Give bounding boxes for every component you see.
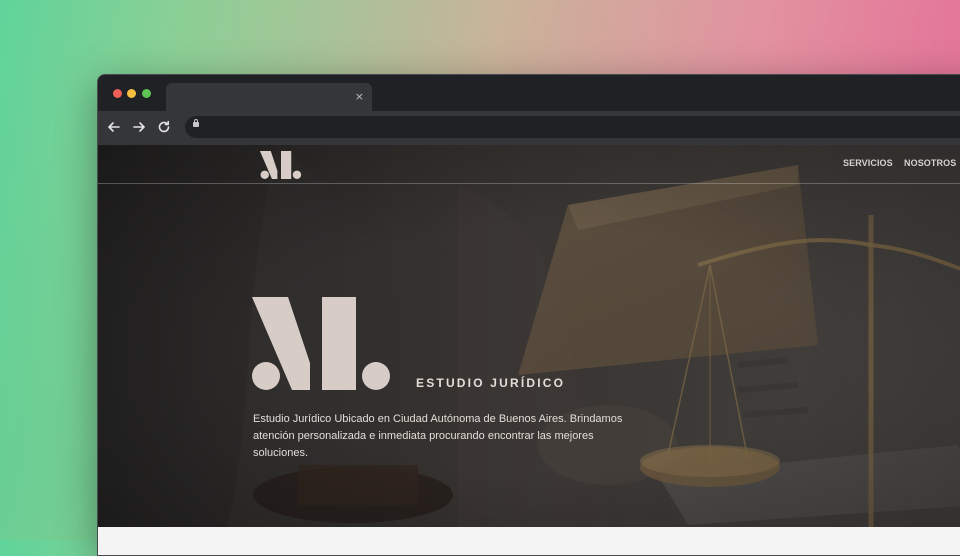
lock-icon: [193, 119, 199, 127]
browser-toolbar: [98, 111, 960, 145]
hero-tagline: ESTUDIO JURÍDICO: [416, 376, 566, 390]
address-bar[interactable]: [185, 116, 960, 138]
window-minimize-button[interactable]: [127, 89, 136, 98]
close-icon[interactable]: ×: [355, 90, 364, 104]
next-section: [98, 527, 960, 555]
browser-tab[interactable]: ×: [166, 83, 372, 111]
tab-strip: ×: [98, 75, 960, 111]
nav-link-servicios[interactable]: SERVICIOS: [843, 158, 893, 168]
arrow-right-icon[interactable]: [130, 118, 148, 136]
site-header: SERVICIOS NOSOTROS: [98, 145, 960, 184]
browser-window: × SERVICIOS NOSOTROS ESTUDIO JURÍDICO Es…: [97, 74, 960, 556]
reload-icon[interactable]: [155, 118, 173, 136]
page-viewport: SERVICIOS NOSOTROS ESTUDIO JURÍDICO Estu…: [98, 145, 960, 555]
arrow-left-icon[interactable]: [105, 118, 123, 136]
hero-logo: [252, 297, 390, 390]
hero-background-image: [98, 145, 960, 555]
window-maximize-button[interactable]: [142, 89, 151, 98]
nav-link-nosotros[interactable]: NOSOTROS: [904, 158, 956, 168]
hero-description: Estudio Jurídico Ubicado en Ciudad Autón…: [253, 413, 623, 459]
logo[interactable]: [258, 151, 304, 179]
window-close-button[interactable]: [113, 89, 122, 98]
